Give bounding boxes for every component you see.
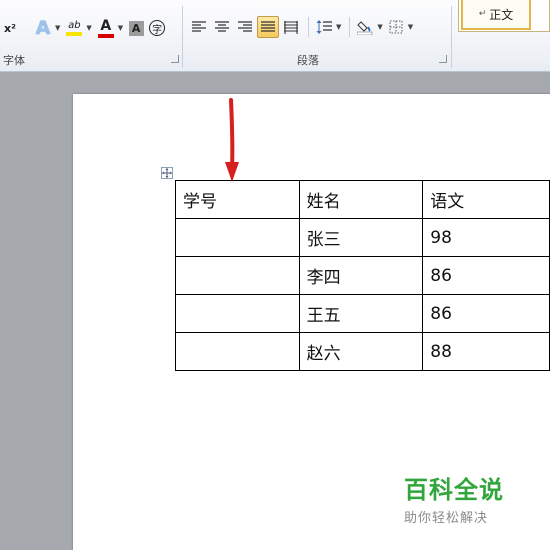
font-group-label: 字体 [3,54,25,67]
char-shading-icon: A [128,20,144,36]
table-row: 李四 86 [175,256,550,295]
data-table: 学号 姓名 语文 张三 98 李四 86 王五 86 赵六 88 [175,180,550,371]
style-gallery: ↵ 正文 [458,0,550,32]
distributed-icon [284,20,298,34]
paragraph-separator [349,17,351,37]
paragraph-group-label: 段落 [297,54,319,67]
table-row: 王五 86 [175,294,550,333]
distributed-button[interactable] [280,16,302,38]
font-color-dropdown-icon[interactable]: ▼ [118,24,123,32]
move-arrows-icon [162,168,172,178]
id-cell[interactable] [175,294,300,333]
align-center-icon [215,21,229,32]
table-move-handle[interactable] [161,167,173,179]
font-color-button[interactable]: A [95,17,117,39]
text-effects-icon: A [35,17,51,39]
borders-dropdown-icon[interactable]: ▼ [408,23,413,31]
align-left-icon [192,21,206,32]
superscript-icon: x² [4,21,16,35]
style-normal-label: 正文 [489,7,514,22]
align-right-button[interactable] [234,16,256,38]
name-cell[interactable]: 李四 [298,256,424,295]
watermark-subtitle: 助你轻松解决 [404,511,489,526]
justify-icon [261,21,275,32]
group-separator [451,6,452,68]
group-separator [182,6,183,68]
font-color-icon: A [100,17,112,34]
enclose-char-icon: 字 [149,20,166,36]
enclose-char-button[interactable]: 字 [146,17,168,39]
table-header-cell[interactable]: 学号 [175,180,300,219]
superscript-button[interactable]: x² [0,17,20,39]
align-left-button[interactable] [188,16,210,38]
watermark: 百科全说 助你轻松解决 [404,470,504,526]
text-effects-button[interactable]: A [32,17,54,39]
font-color-bar [97,33,114,38]
line-spacing-button[interactable] [314,16,334,38]
paragraph-mark-icon: ↵ [478,9,487,19]
table-row: 张三 98 [175,218,550,257]
justify-button[interactable] [257,16,279,38]
chinese-score-cell[interactable]: 88 [422,332,550,371]
red-arrow-annotation [225,98,239,182]
paragraph-separator [308,17,309,37]
line-spacing-dropdown-icon[interactable]: ▼ [336,23,341,31]
highlight-icon: ab [68,20,81,31]
highlight-color-bar [66,32,83,36]
watermark-title: 百科全说 [404,476,504,504]
table-header-row: 学号 姓名 语文 [175,180,550,219]
font-dialog-launcher-icon[interactable] [171,55,179,63]
align-right-icon [238,21,252,32]
shading-dropdown-icon[interactable]: ▼ [377,23,382,31]
name-cell[interactable]: 赵六 [298,332,424,371]
table-header-cell[interactable]: 姓名 [298,180,424,219]
id-cell[interactable] [175,256,300,295]
highlight-dropdown-icon[interactable]: ▼ [86,24,91,32]
shading-button[interactable] [355,16,375,38]
name-cell[interactable]: 张三 [298,218,424,257]
paragraph-group: ▼ ▼ ▼ [188,16,416,38]
style-normal[interactable]: ↵ 正文 [461,0,531,30]
table-row: 赵六 88 [175,332,550,371]
ribbon: x² A ▼ ab ▼ A ▼ A 字 字体 ▼ ▼ ▼ 段落 ↵ 正文 [0,0,550,72]
font-group: x² A ▼ ab ▼ A ▼ A 字 [0,16,168,40]
paragraph-dialog-launcher-icon[interactable] [439,55,447,63]
borders-icon [389,20,403,34]
char-shading-button[interactable]: A [126,17,146,39]
id-cell[interactable] [175,218,300,257]
chinese-score-cell[interactable]: 86 [422,294,550,333]
line-spacing-icon [316,20,332,34]
table-header-cell[interactable]: 语文 [422,180,550,219]
name-cell[interactable]: 王五 [298,294,424,333]
chinese-score-cell[interactable]: 98 [422,218,550,257]
borders-button[interactable] [386,16,406,38]
align-center-button[interactable] [211,16,233,38]
id-cell[interactable] [175,332,300,371]
chinese-score-cell[interactable]: 86 [422,256,550,295]
text-effects-dropdown-icon[interactable]: ▼ [55,24,60,32]
highlight-button[interactable]: ab [63,17,85,39]
paint-bucket-icon [357,21,373,35]
